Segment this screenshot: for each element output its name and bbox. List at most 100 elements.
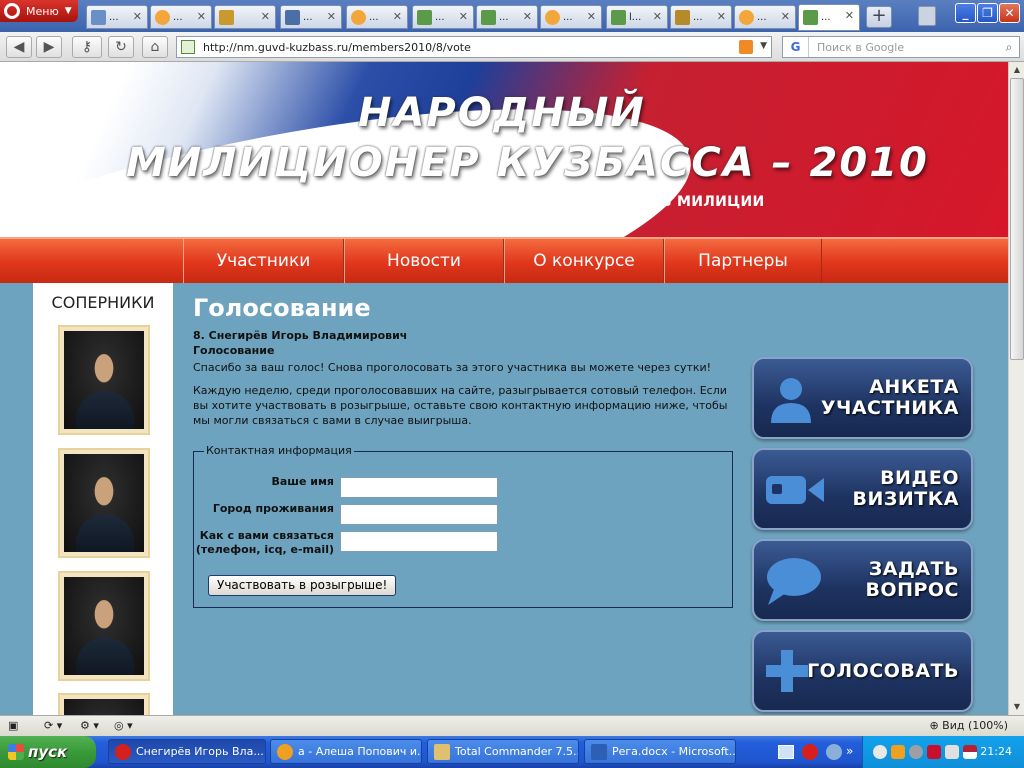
contact-legend: Контактная информация bbox=[204, 444, 354, 457]
close-icon[interactable]: ✕ bbox=[653, 10, 662, 23]
close-icon[interactable]: ✕ bbox=[133, 10, 142, 23]
browser-tab[interactable]: ... ✕ bbox=[412, 5, 474, 29]
zoom-indicator[interactable]: ⊕ Вид (100%) bbox=[929, 718, 1008, 734]
scroll-down-icon[interactable]: ▼ bbox=[1009, 699, 1024, 715]
back-arrow-icon[interactable] bbox=[873, 745, 887, 759]
ask-question-button[interactable]: ЗАДАТЬ ВОПРОС bbox=[752, 539, 973, 621]
city-input[interactable] bbox=[340, 504, 498, 525]
show-desktop-icon[interactable] bbox=[778, 745, 794, 759]
close-icon[interactable]: ✕ bbox=[459, 10, 468, 23]
home-button[interactable]: ⌂ bbox=[142, 36, 168, 58]
reload-button[interactable]: ↻ bbox=[108, 36, 134, 58]
opera-menu-button[interactable]: Меню ▼ bbox=[0, 0, 78, 22]
volume-icon[interactable] bbox=[945, 745, 959, 759]
vertical-scrollbar[interactable]: ▲ ▼ bbox=[1008, 62, 1024, 715]
turbo-icon[interactable]: ◎ ▾ bbox=[114, 718, 133, 734]
taskbar-item-total-commander[interactable]: Total Commander 7.5... bbox=[427, 739, 579, 764]
browser-tab[interactable]: ... ✕ bbox=[476, 5, 538, 29]
unite-icon[interactable]: ⚙ ▾ bbox=[80, 718, 99, 734]
vote-button[interactable]: ГОЛОСОВАТЬ bbox=[752, 630, 973, 712]
chevron-right-icon[interactable]: » bbox=[846, 744, 853, 758]
forward-button[interactable]: ▶ bbox=[36, 36, 62, 58]
panel-toggle-icon[interactable]: ▣ bbox=[8, 718, 18, 734]
wand-button[interactable]: ⚷ bbox=[72, 36, 102, 58]
browser-tab[interactable]: ... ✕ bbox=[346, 5, 408, 29]
windows-taskbar: пуск Снегирёв Игорь Вла... а - Алеша Поп… bbox=[0, 736, 1024, 768]
tab-label: ... bbox=[499, 11, 509, 23]
camera-icon bbox=[766, 476, 824, 504]
new-tab-button[interactable]: + bbox=[866, 6, 892, 28]
taskbar-item-player[interactable]: а - Алеша Попович и... bbox=[270, 739, 422, 764]
taskbar-item-opera[interactable]: Снегирёв Игорь Вла... bbox=[108, 739, 266, 764]
rss-icon[interactable] bbox=[739, 40, 753, 54]
rival-photo[interactable] bbox=[58, 325, 150, 435]
nav-partners[interactable]: Партнеры bbox=[664, 239, 822, 283]
close-icon[interactable]: ✕ bbox=[781, 10, 790, 23]
page-icon bbox=[481, 9, 496, 25]
close-icon[interactable]: ✕ bbox=[717, 10, 726, 23]
media-player-icon[interactable] bbox=[891, 745, 905, 759]
start-label: пуск bbox=[28, 743, 68, 761]
search-field[interactable]: G Поиск в Google ⌕ bbox=[782, 36, 1020, 58]
scrollbar-thumb[interactable] bbox=[1010, 78, 1024, 360]
browser-tab-active[interactable]: ... ✕ bbox=[798, 4, 860, 31]
name-input[interactable] bbox=[340, 477, 498, 498]
chevron-down-icon[interactable]: ▼ bbox=[760, 41, 767, 51]
nav-news[interactable]: Новости bbox=[344, 239, 504, 283]
close-icon[interactable]: ✕ bbox=[327, 10, 336, 23]
taskbar-item-label: Снегирёв Игорь Вла... bbox=[136, 745, 264, 758]
trash-icon[interactable] bbox=[918, 6, 936, 26]
antivirus-icon[interactable] bbox=[927, 745, 941, 759]
browser-tab[interactable]: ... ✕ bbox=[280, 5, 342, 29]
browser-tab[interactable]: ✕ bbox=[214, 5, 276, 29]
browser-tab[interactable]: l... ✕ bbox=[606, 5, 668, 29]
maximize-button[interactable]: ❐ bbox=[977, 3, 998, 23]
opera-menu-label: Меню bbox=[26, 4, 59, 18]
close-icon[interactable]: ✕ bbox=[587, 10, 596, 23]
contact-fieldset: Контактная информация Ваше имя Город про… bbox=[193, 444, 733, 608]
search-input[interactable]: Поиск в Google bbox=[809, 41, 999, 54]
google-icon[interactable]: G bbox=[783, 37, 809, 57]
banner-title-line1: НАРОДНЫЙ bbox=[358, 90, 646, 136]
tab-label: ... bbox=[303, 11, 313, 23]
address-field[interactable]: http://nm.guvd-kuzbass.ru/members2010/8/… bbox=[176, 36, 772, 58]
rival-photo[interactable] bbox=[58, 571, 150, 681]
opera-icon[interactable] bbox=[802, 744, 818, 760]
reload-icon: ↻ bbox=[115, 39, 127, 55]
language-flag-icon[interactable] bbox=[963, 745, 977, 759]
vote-label: ГОЛОСОВАТЬ bbox=[807, 632, 959, 710]
contact-input[interactable] bbox=[340, 531, 498, 552]
close-window-button[interactable]: ✕ bbox=[999, 3, 1020, 23]
page-title: Голосование bbox=[193, 294, 371, 322]
rival-photo[interactable] bbox=[58, 693, 150, 715]
close-icon[interactable]: ✕ bbox=[845, 9, 854, 22]
rival-photo[interactable] bbox=[58, 448, 150, 558]
quicklaunch-icon[interactable] bbox=[826, 744, 842, 760]
browser-tab[interactable]: ... ✕ bbox=[86, 5, 148, 29]
tray-icon[interactable] bbox=[909, 745, 923, 759]
key-icon: ⚷ bbox=[81, 39, 93, 55]
avatar bbox=[64, 331, 144, 429]
start-button[interactable]: пуск bbox=[0, 736, 96, 768]
close-icon[interactable]: ✕ bbox=[523, 10, 532, 23]
close-icon[interactable]: ✕ bbox=[261, 10, 270, 23]
section-title: Голосование bbox=[193, 344, 275, 357]
close-icon[interactable]: ✕ bbox=[393, 10, 402, 23]
browser-tab[interactable]: ... ✕ bbox=[540, 5, 602, 29]
search-icon[interactable]: ⌕ bbox=[999, 40, 1019, 55]
browser-tab[interactable]: ... ✕ bbox=[670, 5, 732, 29]
close-icon[interactable]: ✕ bbox=[197, 10, 206, 23]
back-button[interactable]: ◀ bbox=[6, 36, 32, 58]
browser-tab[interactable]: ... ✕ bbox=[734, 5, 796, 29]
contact-label-line2: (телефон, icq, e-mail) bbox=[195, 543, 334, 556]
profile-button[interactable]: АНКЕТА УЧАСТНИКА bbox=[752, 357, 973, 439]
minimize-button[interactable]: _ bbox=[955, 3, 976, 23]
browser-tab[interactable]: ... ✕ bbox=[150, 5, 212, 29]
scroll-up-icon[interactable]: ▲ bbox=[1009, 62, 1024, 78]
taskbar-item-word[interactable]: Рега.docx - Microsoft... bbox=[584, 739, 736, 764]
submit-button[interactable]: Участвовать в розыгрыше! bbox=[208, 575, 397, 596]
video-button[interactable]: ВИДЕО ВИЗИТКА bbox=[752, 448, 973, 530]
sync-icon[interactable]: ⟳ ▾ bbox=[44, 718, 62, 734]
nav-participants[interactable]: Участники bbox=[183, 239, 344, 283]
nav-about[interactable]: О конкурсе bbox=[504, 239, 664, 283]
